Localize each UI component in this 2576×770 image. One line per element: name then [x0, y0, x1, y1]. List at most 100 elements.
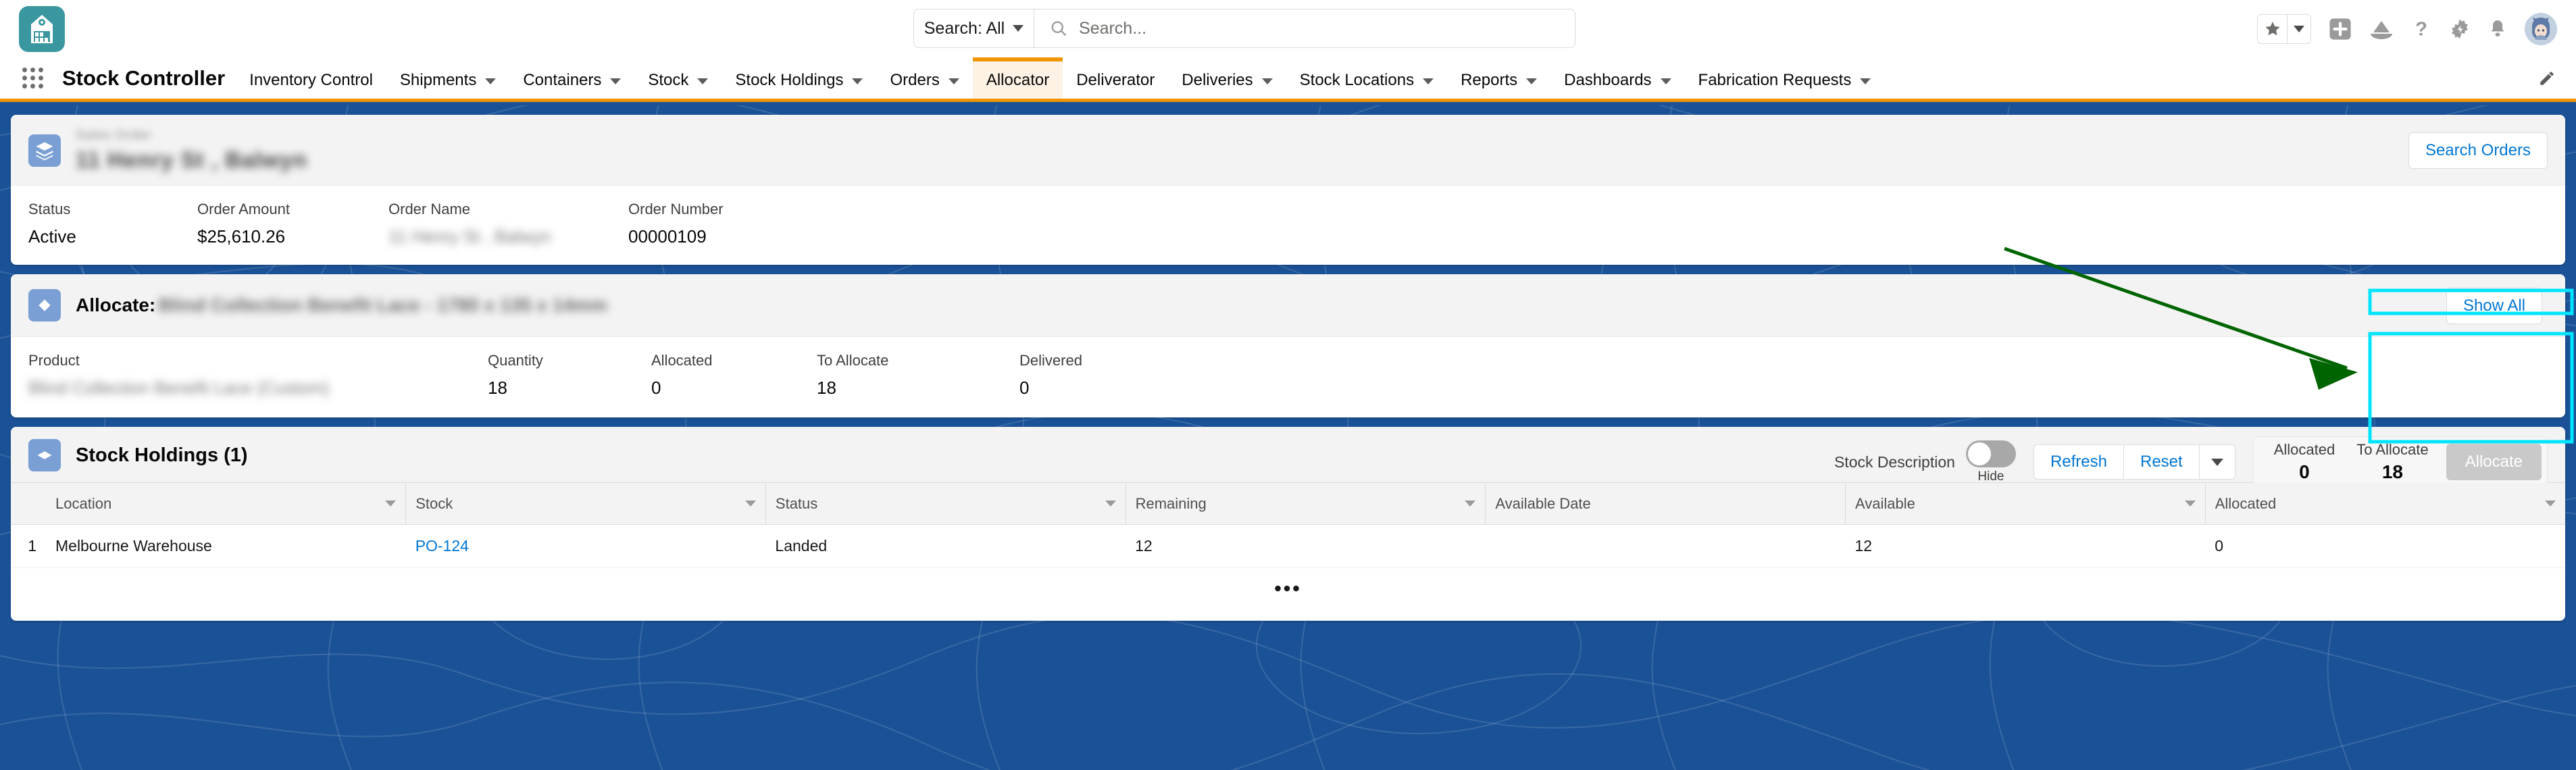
- toggle-state-label: Hide: [1977, 469, 2004, 484]
- edit-pencil-icon[interactable]: [2538, 57, 2556, 99]
- favorites-dropdown-icon[interactable]: [2288, 15, 2310, 43]
- nav-item-containers[interactable]: Containers: [509, 57, 634, 99]
- nav-item-label: Containers: [523, 70, 602, 89]
- search-orders-button[interactable]: Search Orders: [2408, 132, 2548, 169]
- allocate-card: Allocate: Blind Collection Benefit Lace …: [11, 274, 2565, 417]
- chevron-down-icon: [697, 78, 709, 84]
- search-scope-selector[interactable]: Search: All: [914, 9, 1034, 47]
- field-value: Active: [28, 226, 76, 247]
- nav-item-label: Inventory Control: [249, 70, 373, 89]
- nav-item-stock-holdings[interactable]: Stock Holdings: [722, 57, 876, 99]
- allocate-title-block: Allocate: Blind Collection Benefit Lace …: [76, 294, 607, 316]
- column-label: Stock: [415, 494, 453, 512]
- field-value: 0: [651, 378, 661, 398]
- column-header-available[interactable]: Available: [1845, 482, 2206, 525]
- stock-description-label: Stock Description: [1834, 453, 1955, 471]
- trailhead-icon[interactable]: [2369, 19, 2394, 39]
- app-logo[interactable]: [19, 5, 65, 52]
- app-launcher-icon[interactable]: [15, 57, 50, 99]
- chevron-down-icon: [1105, 500, 1116, 507]
- nav-item-label: Orders: [890, 70, 940, 89]
- nav-item-reports[interactable]: Reports: [1447, 57, 1550, 99]
- load-more-button[interactable]: •••: [11, 568, 2565, 621]
- refresh-button[interactable]: Refresh: [2034, 445, 2124, 479]
- field-label: Allocated: [651, 352, 713, 369]
- chevron-down-icon: [610, 78, 622, 84]
- toggle-knob: [1967, 442, 1991, 465]
- nav-item-label: Deliverator: [1076, 70, 1155, 89]
- nav-item-label: Stock Locations: [1299, 70, 1415, 89]
- field-value: 18: [817, 378, 836, 398]
- order-summary-card: Sales Order 11 Henry St , Balwyn Search …: [11, 115, 2565, 265]
- row-number-header: [11, 482, 46, 525]
- allocate-title-prefix: Allocate:: [76, 294, 156, 315]
- column-label: Location: [55, 494, 112, 512]
- order-layers-icon: [28, 134, 61, 167]
- global-search[interactable]: Search: All: [913, 9, 1575, 48]
- field-label: Status: [28, 201, 71, 217]
- stock-holdings-header: Stock Holdings (1) Stock Description Hid…: [11, 427, 2565, 488]
- setup-gear-icon[interactable]: [2449, 18, 2471, 40]
- stock-holdings-table: Location Stock Status Remaining Availabl…: [11, 482, 2565, 568]
- nav-item-dashboards[interactable]: Dashboards: [1550, 57, 1684, 99]
- nav-item-deliveries[interactable]: Deliveries: [1168, 57, 1286, 99]
- app-navigation-bar: Stock Controller Inventory Control Shipm…: [0, 57, 2576, 102]
- nav-item-stock-locations[interactable]: Stock Locations: [1286, 57, 1447, 99]
- more-actions-caret-icon[interactable]: [2199, 445, 2235, 479]
- favorites-group[interactable]: [2257, 14, 2311, 44]
- chevron-down-icon: [1465, 500, 1476, 507]
- summary-label: To Allocate: [2356, 441, 2429, 458]
- allocation-summary: Allocated 0 To Allocate 18 Allocate: [2252, 436, 2548, 488]
- favorites-star-icon[interactable]: [2258, 14, 2288, 43]
- chevron-down-icon: [1423, 78, 1434, 84]
- summary-label: Allocated: [2273, 441, 2335, 458]
- user-avatar[interactable]: [2525, 12, 2557, 45]
- nav-item-stock[interactable]: Stock: [634, 57, 722, 99]
- global-actions-plus-icon[interactable]: [2329, 18, 2352, 41]
- nav-item-inventory-control[interactable]: Inventory Control: [236, 57, 386, 99]
- page-background: Sales Order 11 Henry St , Balwyn Search …: [0, 105, 2576, 770]
- field-delivered: Delivered 0: [1019, 352, 1222, 399]
- allocate-button[interactable]: Allocate: [2446, 444, 2542, 480]
- reset-button[interactable]: Reset: [2123, 445, 2200, 479]
- field-order-number: Order Number 00000109: [628, 201, 899, 247]
- page-content: Sales Order 11 Henry St , Balwyn Search …: [0, 105, 2576, 621]
- show-all-button[interactable]: Show All: [2446, 288, 2542, 324]
- summary-value: 0: [2299, 461, 2310, 482]
- column-header-remaining[interactable]: Remaining: [1126, 482, 1486, 525]
- nav-item-fabrication-requests[interactable]: Fabrication Requests: [1685, 57, 1885, 99]
- field-label: To Allocate: [817, 352, 889, 369]
- column-label: Available: [1855, 494, 1915, 512]
- table-row[interactable]: 1 Melbourne Warehouse PO-124 Landed 12 1…: [11, 524, 2565, 568]
- stock-link[interactable]: PO-124: [415, 537, 469, 555]
- allocate-title-item: Blind Collection Benefit Lace - 1780 x 1…: [158, 294, 607, 315]
- field-label: Quantity: [488, 352, 543, 369]
- nav-item-orders[interactable]: Orders: [876, 57, 972, 99]
- column-header-status[interactable]: Status: [765, 482, 1126, 525]
- nav-item-shipments[interactable]: Shipments: [386, 57, 509, 99]
- column-header-stock[interactable]: Stock: [405, 482, 766, 525]
- nav-item-list: Inventory Control Shipments Containers S…: [236, 57, 1884, 99]
- allocate-diamond-icon: [28, 289, 61, 322]
- stock-description-toggle[interactable]: [1965, 440, 2016, 467]
- nav-item-label: Allocator: [986, 70, 1050, 89]
- table-header-row: Location Stock Status Remaining Availabl…: [11, 482, 2565, 525]
- cell-stock[interactable]: PO-124: [405, 524, 766, 568]
- column-label: Status: [775, 494, 818, 512]
- chevron-down-icon: [385, 500, 397, 507]
- help-icon[interactable]: ?: [2411, 18, 2431, 41]
- column-header-location[interactable]: Location: [46, 482, 407, 525]
- field-label: Order Name: [388, 201, 471, 217]
- nav-item-deliverator[interactable]: Deliverator: [1063, 57, 1168, 99]
- stock-description-toggle-group[interactable]: Stock Description Hide: [1834, 440, 2016, 484]
- field-value: Blind Collection Benefit Lace (Custom): [28, 378, 330, 398]
- column-header-available-date[interactable]: Available Date: [1485, 482, 1846, 525]
- nav-item-allocator[interactable]: Allocator: [972, 57, 1063, 99]
- nav-item-label: Reports: [1461, 70, 1518, 89]
- column-header-allocated[interactable]: Allocated: [2205, 482, 2565, 525]
- search-input[interactable]: [1079, 9, 1575, 47]
- notifications-bell-icon[interactable]: [2488, 18, 2507, 40]
- nav-item-label: Stock Holdings: [735, 70, 844, 89]
- field-value: $25,610.26: [197, 226, 286, 247]
- field-to-allocate: To Allocate 18: [817, 352, 1019, 399]
